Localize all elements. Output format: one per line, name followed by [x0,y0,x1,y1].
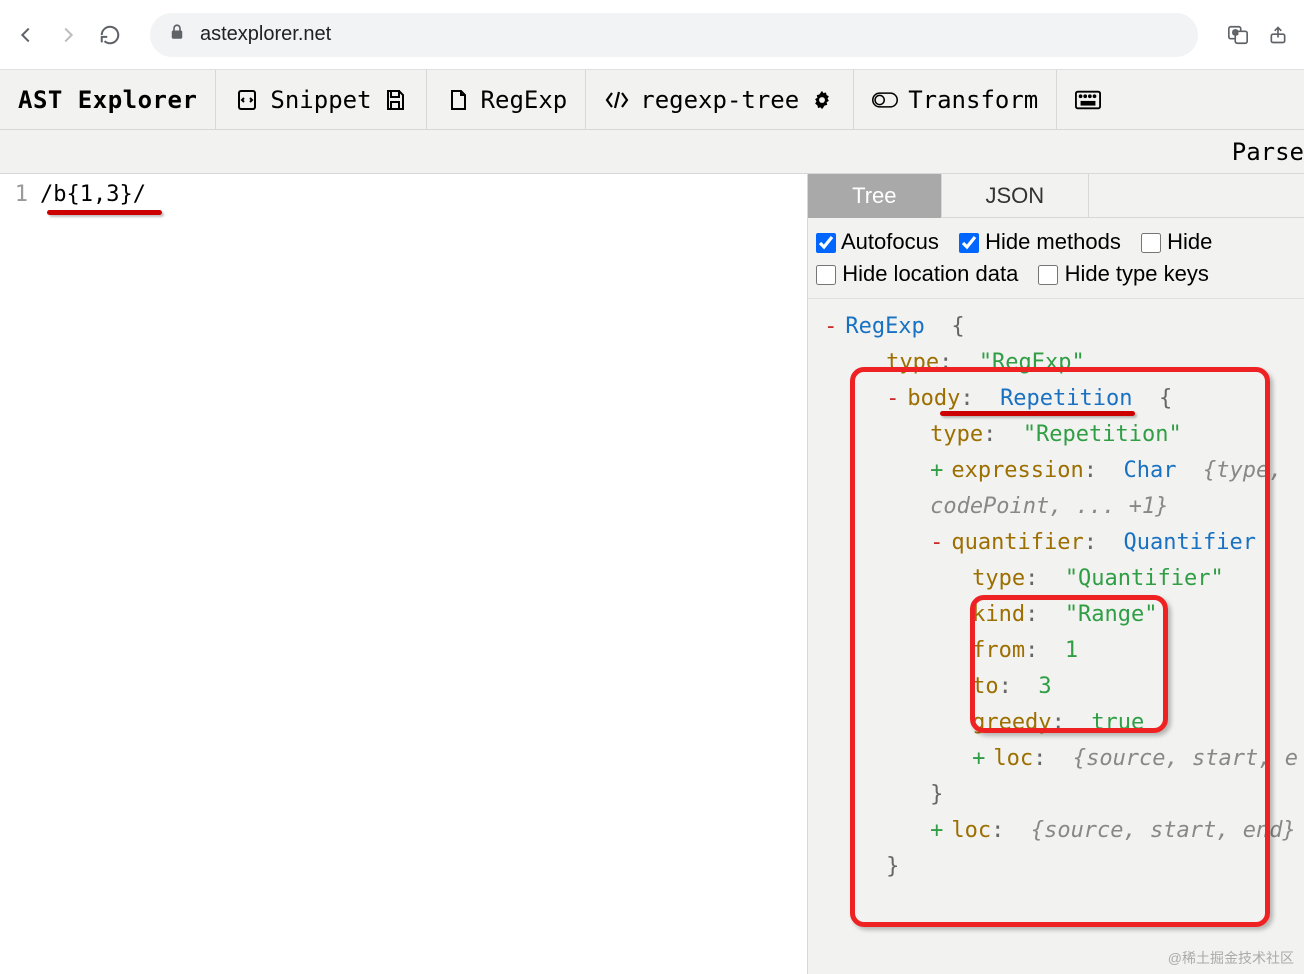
forward-icon[interactable] [56,23,80,47]
app-toolbar: AST Explorer Snippet RegExp regexp-tree … [0,70,1304,130]
keyboard-menu[interactable] [1057,70,1119,130]
lock-icon [168,23,186,46]
toggle-icon [872,87,898,113]
address-bar[interactable]: astexplorer.net [150,13,1198,57]
url-text: astexplorer.net [200,23,331,46]
transform-menu[interactable]: Transform [854,70,1056,130]
opt-autofocus[interactable]: Autofocus [816,229,939,254]
opt-hide-type[interactable]: Hide type keys [1038,261,1208,286]
tab-tree[interactable]: Tree [808,174,941,218]
share-icon[interactable] [1266,23,1290,47]
ast-panel: Tree JSON Autofocus Hide methods Hide Hi… [808,174,1304,974]
language-label: RegExp [481,86,568,114]
keyboard-icon [1075,87,1101,113]
back-icon[interactable] [14,23,38,47]
code-brackets-icon [604,87,630,113]
sub-toolbar: Parse [0,130,1304,174]
language-menu[interactable]: RegExp [427,70,586,130]
annotation-underline-2 [940,411,1135,416]
tab-json[interactable]: JSON [942,174,1090,218]
code-line[interactable]: /b{1,3}/ [40,182,146,207]
transform-label: Transform [908,86,1038,114]
line-number: 1 [0,182,40,207]
opt-hide-methods[interactable]: Hide methods [959,229,1121,254]
parser-readout: Parse [42,130,1304,174]
svg-text:G: G [1233,28,1239,37]
snippet-label: Snippet [270,86,371,114]
save-icon[interactable] [382,87,408,113]
parser-menu[interactable]: regexp-tree [586,70,853,130]
opt-hide-empty[interactable]: Hide [1141,229,1212,254]
snippet-menu[interactable]: Snippet [216,70,425,130]
code-editor[interactable]: 1 /b{1,3}/ [0,174,808,974]
browser-chrome: astexplorer.net G [0,0,1304,70]
reload-icon[interactable] [98,23,122,47]
translate-icon[interactable]: G [1226,23,1250,47]
ast-tree[interactable]: -RegExp { type: "RegExp" -body: Repetiti… [808,299,1304,974]
tree-options: Autofocus Hide methods Hide Hide locatio… [808,218,1304,299]
app-title[interactable]: AST Explorer [0,86,215,114]
opt-hide-loc[interactable]: Hide location data [816,261,1018,286]
annotation-underline [47,210,162,215]
watermark: @稀土掘金技术社区 [1168,948,1294,968]
parser-label: regexp-tree [640,86,799,114]
tab-empty [1089,174,1304,218]
document-icon [445,87,471,113]
code-icon [234,87,260,113]
gear-icon[interactable] [809,87,835,113]
